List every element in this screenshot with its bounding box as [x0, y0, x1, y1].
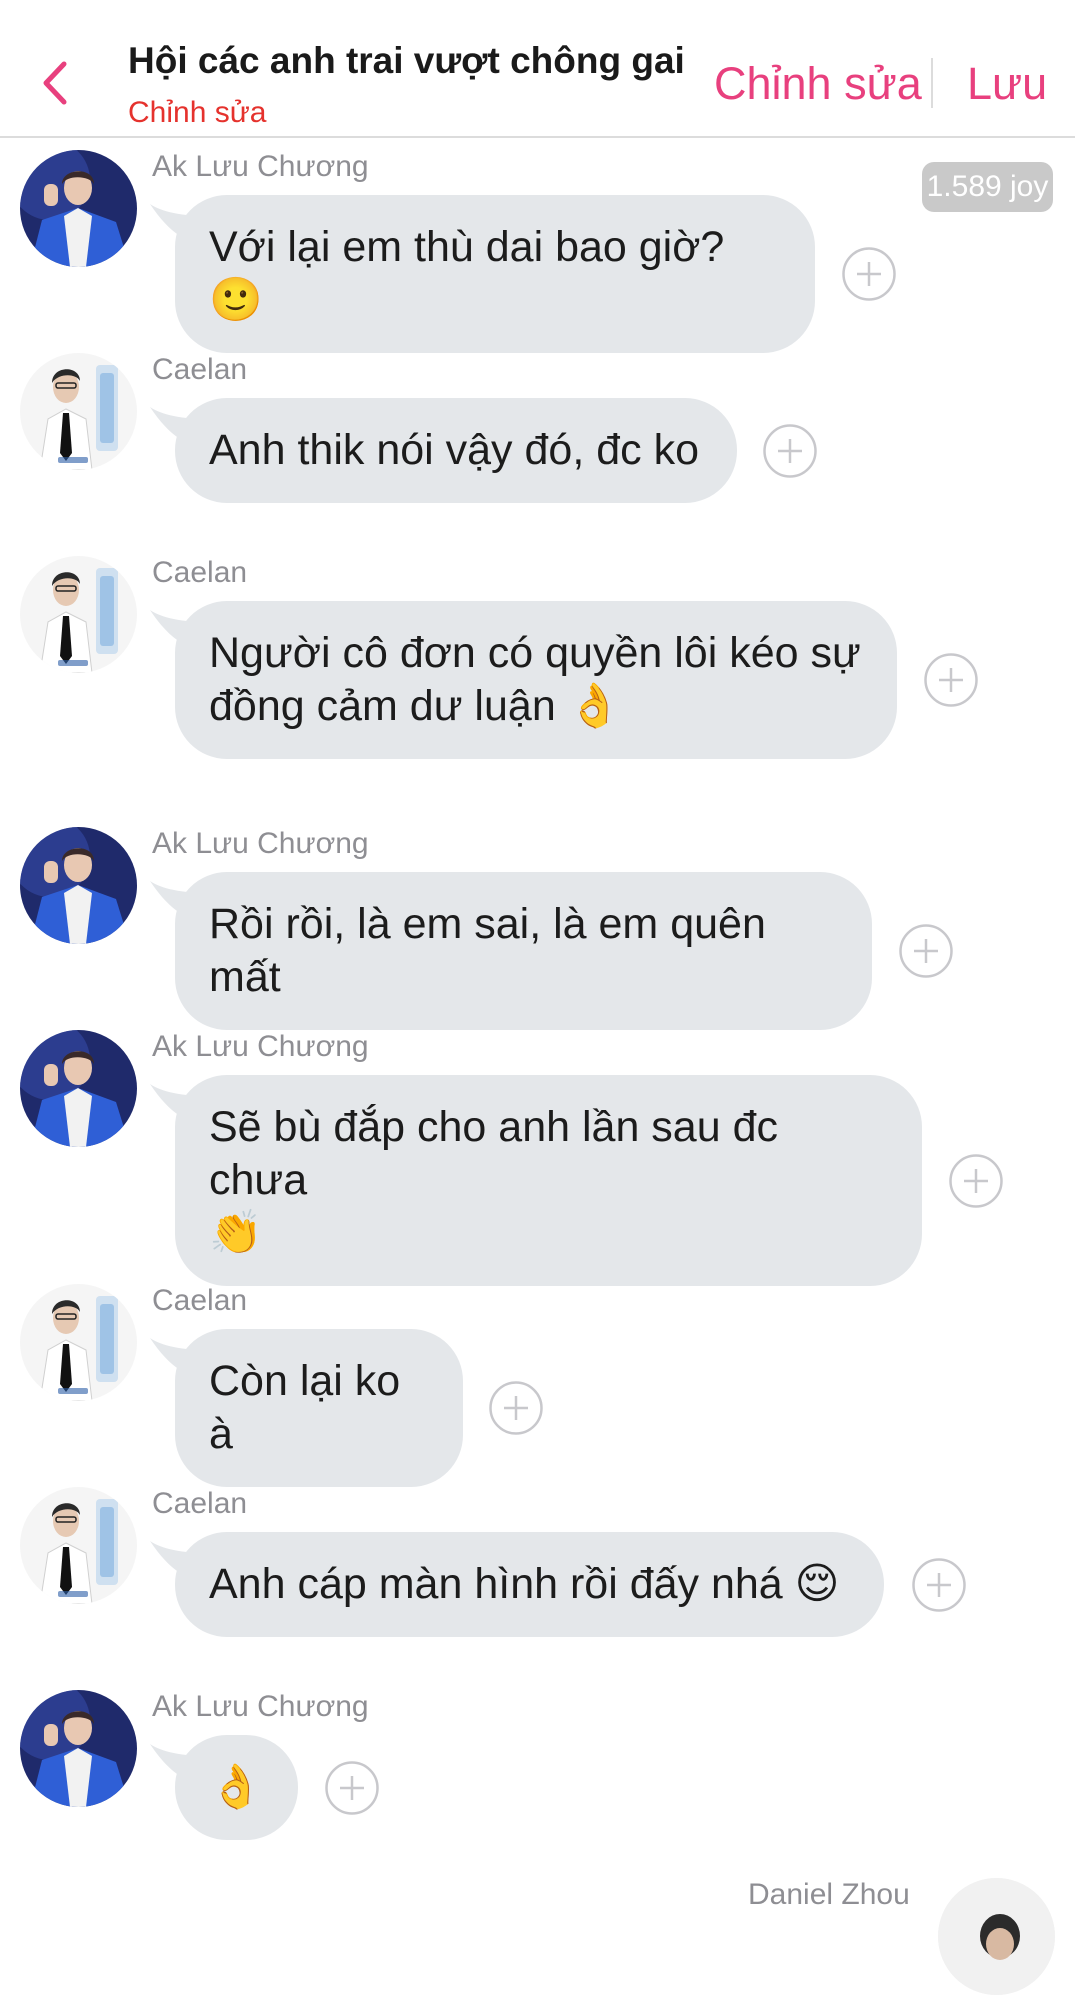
white-shirt-portrait — [20, 1284, 137, 1401]
message-text-line: Với lại em thù dai bao giờ? 🙂 — [209, 223, 725, 324]
message-text-line: Rồi rồi, là em sai, là em quên mất — [209, 900, 766, 1001]
message-sender: Ak Lưu Chương — [152, 1690, 369, 1723]
message-bubble[interactable]: Anh thik nói vậy đó, đc ko — [175, 398, 737, 503]
save-button[interactable]: Lưu — [967, 58, 1047, 110]
chat-title: Hội các anh trai vượt chông gai — [128, 40, 685, 81]
avatar[interactable] — [20, 1030, 137, 1147]
add-reaction-plus-icon[interactable] — [762, 423, 818, 479]
avatar[interactable] — [20, 556, 137, 673]
add-reaction-plus-icon[interactable] — [324, 1760, 380, 1816]
message-text-line: Còn lại ko à — [209, 1357, 401, 1458]
portrait-image — [938, 1878, 1055, 1995]
add-reaction-plus-icon[interactable] — [488, 1380, 544, 1436]
message-bubble[interactable]: Với lại em thù dai bao giờ? 🙂 — [175, 195, 815, 353]
avatar[interactable] — [20, 353, 137, 470]
back-chevron-icon[interactable] — [40, 60, 70, 106]
chat-header: Hội các anh trai vượt chông gai Chỉnh sử… — [0, 0, 1075, 138]
message-sender: Ak Lưu Chương — [152, 1030, 369, 1063]
message-text-line: Người cô đơn có quyền lôi kéo sự — [209, 629, 861, 677]
header-divider — [931, 58, 933, 108]
message-row: Caelan Người cô đơn có quyền lôi kéo sự đ… — [0, 556, 1075, 816]
message-sender: Caelan — [152, 1284, 248, 1317]
message-bubble[interactable]: Người cô đơn có quyền lôi kéo sự đồng cảm… — [175, 601, 897, 759]
message-bubble[interactable]: Rồi rồi, là em sai, là em quên mất — [175, 872, 872, 1030]
message-bubble[interactable]: 👌 — [175, 1735, 298, 1840]
blue-jacket-portrait — [20, 150, 137, 267]
add-reaction-plus-icon[interactable] — [898, 923, 954, 979]
message-row: Ak Lưu Chương 👌 — [0, 1690, 1075, 1950]
message-sender: Caelan — [152, 353, 248, 386]
message-text-line: 👌 — [209, 1763, 263, 1811]
avatar[interactable] — [20, 1284, 137, 1401]
message-bubble[interactable]: Còn lại ko à — [175, 1329, 463, 1487]
blue-jacket-portrait — [20, 827, 137, 944]
message-text-line: Anh cáp màn hình rồi đấy nhá 😌 — [209, 1560, 840, 1608]
add-reaction-plus-icon[interactable] — [911, 1557, 967, 1613]
message-text-line: Sẽ bù đắp cho anh lần sau đc chưa — [209, 1103, 778, 1204]
edit-button[interactable]: Chỉnh sửa — [714, 58, 922, 110]
avatar[interactable] — [20, 1690, 137, 1807]
blue-jacket-portrait — [20, 1030, 137, 1147]
message-text-line: đồng cảm dư luận 👌 — [209, 682, 622, 730]
blue-jacket-portrait — [20, 1690, 137, 1807]
avatar[interactable] — [20, 1487, 137, 1604]
message-bubble[interactable]: Sẽ bù đắp cho anh lần sau đc chưa 👏 — [175, 1075, 922, 1286]
message-row: Ak Lưu Chương Sẽ bù đắp cho anh lần sau … — [0, 1030, 1075, 1290]
message-bubble[interactable]: Anh cáp màn hình rồi đấy nhá 😌 — [175, 1532, 884, 1637]
add-reaction-plus-icon[interactable] — [948, 1153, 1004, 1209]
message-sender: Caelan — [152, 1487, 248, 1520]
white-shirt-portrait — [20, 1487, 137, 1604]
avatar[interactable] — [20, 827, 137, 944]
message-sender: Ak Lưu Chương — [152, 827, 369, 860]
white-shirt-portrait — [20, 353, 137, 470]
avatar[interactable] — [20, 150, 137, 267]
message-sender: Caelan — [152, 556, 248, 589]
message-text-line: 👏 — [209, 1209, 263, 1257]
message-text-line: Anh thik nói vậy đó, đc ko — [209, 426, 700, 474]
avatar[interactable] — [938, 1878, 1055, 1995]
white-shirt-portrait — [20, 556, 137, 673]
message-sender: Ak Lưu Chương — [152, 150, 369, 183]
add-reaction-plus-icon[interactable] — [841, 246, 897, 302]
chat-subtitle: Chỉnh sửa — [128, 96, 267, 129]
add-reaction-plus-icon[interactable] — [923, 652, 979, 708]
message-sender: Daniel Zhou — [748, 1878, 910, 1911]
